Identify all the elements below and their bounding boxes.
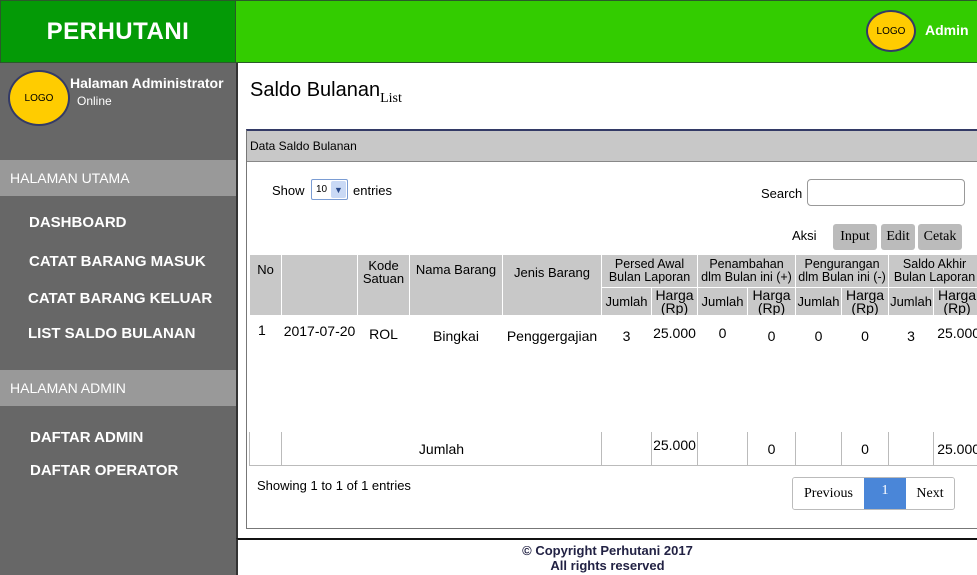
pagination-next[interactable]: Next [906, 478, 954, 509]
header-kode-satuan: Kode Satuan [357, 254, 410, 316]
footer-akhir-jumlah [888, 431, 935, 466]
top-bar: LOGO Admin [236, 0, 977, 63]
cell-kurang-harga: 0 [841, 315, 890, 432]
header-harga: Harga (Rp) [650, 287, 699, 316]
admin-user-menu[interactable]: Admin [925, 22, 969, 38]
header-jumlah: Jumlah [795, 287, 843, 316]
cell-akhir-harga: 25.000 [933, 315, 977, 432]
pagination: Previous 1 Next [792, 477, 955, 510]
footer-rights: All rights reserved [550, 558, 665, 573]
footer-akhir-harga: 25.000 [933, 431, 977, 466]
header-harga: Harga (Rp) [747, 287, 797, 316]
header-harga: Harga (Rp) [841, 287, 890, 316]
footer-kurang-harga: 0 [841, 431, 890, 466]
cell-tanggal: 2017-07-20 [281, 315, 358, 432]
sidebar-item-daftar-admin[interactable]: DAFTAR ADMIN [30, 429, 143, 446]
input-button[interactable]: Input [833, 224, 877, 250]
header-pengurangan: Pengurangan dlm Bulan ini (-) [795, 254, 890, 288]
cell-nama: Bingkai [409, 315, 503, 432]
header-harga: Harga (Rp) [933, 287, 977, 316]
table-info: Showing 1 to 1 of 1 entries [257, 478, 411, 493]
brand-title: PERHUTANI [0, 0, 236, 63]
user-name: Halaman Administrator [70, 75, 224, 91]
sidebar-item-catat-barang-masuk[interactable]: CATAT BARANG MASUK [29, 253, 206, 270]
footer-cell-empty [249, 431, 282, 466]
show-label: Show [272, 183, 305, 198]
cell-tambah-jumlah: 0 [697, 315, 749, 432]
header-persed-awal: Persed Awal Bulan Laporan [600, 254, 699, 288]
sidebar-item-dashboard[interactable]: DASHBOARD [29, 214, 127, 231]
header-jumlah: Jumlah [601, 287, 652, 316]
entries-label: entries [353, 183, 393, 198]
page-size-value: 10 [316, 184, 328, 195]
footer-kurang-jumlah [795, 431, 843, 466]
panel-title: Data Saldo Bulanan [247, 131, 977, 162]
aksi-label: Aksi [792, 228, 817, 243]
footer-tambah-jumlah [697, 431, 749, 466]
main-content: Saldo BulananList Data Saldo Bulanan Sho… [236, 63, 977, 575]
pagination-previous[interactable]: Previous [793, 478, 864, 509]
page-footer: © Copyright Perhutani 2017 All rights re… [236, 538, 977, 575]
header-jenis-barang: Jenis Barang [502, 254, 602, 316]
footer-copyright: © Copyright Perhutani 2017 [522, 543, 693, 558]
cell-kode: ROL [357, 315, 410, 432]
app-root: PERHUTANI LOGO Halaman Administrator Onl… [0, 0, 977, 575]
edit-button[interactable]: Edit [881, 224, 915, 250]
pagination-page-1[interactable]: 1 [864, 478, 906, 509]
user-logo: LOGO [8, 70, 70, 126]
header-penambahan: Penambahan dlm Bulan ini (+) [697, 254, 797, 288]
footer-jumlah-label: Jumlah [281, 431, 602, 466]
footer-tambah-harga: 0 [747, 431, 797, 466]
cell-akhir-jumlah: 3 [888, 315, 935, 432]
header-jumlah: Jumlah [888, 287, 935, 316]
footer-awal-jumlah [601, 431, 652, 466]
sidebar-item-catat-barang-keluar[interactable]: CATAT BARANG KELUAR [28, 290, 212, 307]
table-row: 1 2017-07-20 ROL Bingkai Penggergajian 3… [249, 315, 977, 432]
header-no: No [249, 254, 282, 316]
page-subtitle: List [380, 91, 402, 106]
top-logo: LOGO [866, 10, 916, 52]
menu-header-halaman-admin: HALAMAN ADMIN [0, 370, 236, 406]
saldo-table: No Kode Satuan Nama Barang Jenis Barang … [249, 254, 977, 466]
sidebar-item-daftar-operator[interactable]: DAFTAR OPERATOR [30, 462, 178, 479]
header-nama-barang: Nama Barang [409, 254, 503, 316]
table-footer-row: Jumlah 25.000 0 0 25.000 [249, 431, 977, 466]
user-status: Online [77, 94, 112, 108]
menu-header-halaman-utama: HALAMAN UTAMA [0, 160, 236, 196]
cell-no: 1 [249, 315, 282, 432]
header-tanggal [281, 254, 358, 316]
cetak-button[interactable]: Cetak [918, 224, 962, 250]
chevron-down-icon[interactable]: ▼ [331, 181, 346, 198]
page-title-text: Saldo Bulanan [250, 79, 381, 101]
page-title: Saldo BulananList [250, 79, 402, 107]
data-panel: Data Saldo Bulanan Show 10 ▼ entries Sea… [246, 129, 977, 529]
sidebar-item-list-saldo-bulanan[interactable]: LIST SALDO BULANAN [28, 325, 196, 342]
cell-jenis: Penggergajian [502, 315, 602, 432]
cell-kurang-jumlah: 0 [795, 315, 843, 432]
cell-awal-harga: 25.000 [650, 315, 699, 432]
sidebar: PERHUTANI LOGO Halaman Administrator Onl… [0, 0, 236, 575]
page-size-select[interactable]: 10 ▼ [311, 179, 348, 200]
header-saldo-akhir: Saldo Akhir Bulan Laporan [888, 254, 977, 288]
cell-tambah-harga: 0 [747, 315, 797, 432]
cell-awal-jumlah: 3 [601, 315, 652, 432]
footer-awal-harga: 25.000 [650, 431, 699, 466]
search-label: Search [761, 186, 803, 201]
header-jumlah: Jumlah [697, 287, 749, 316]
search-input[interactable] [807, 179, 965, 206]
